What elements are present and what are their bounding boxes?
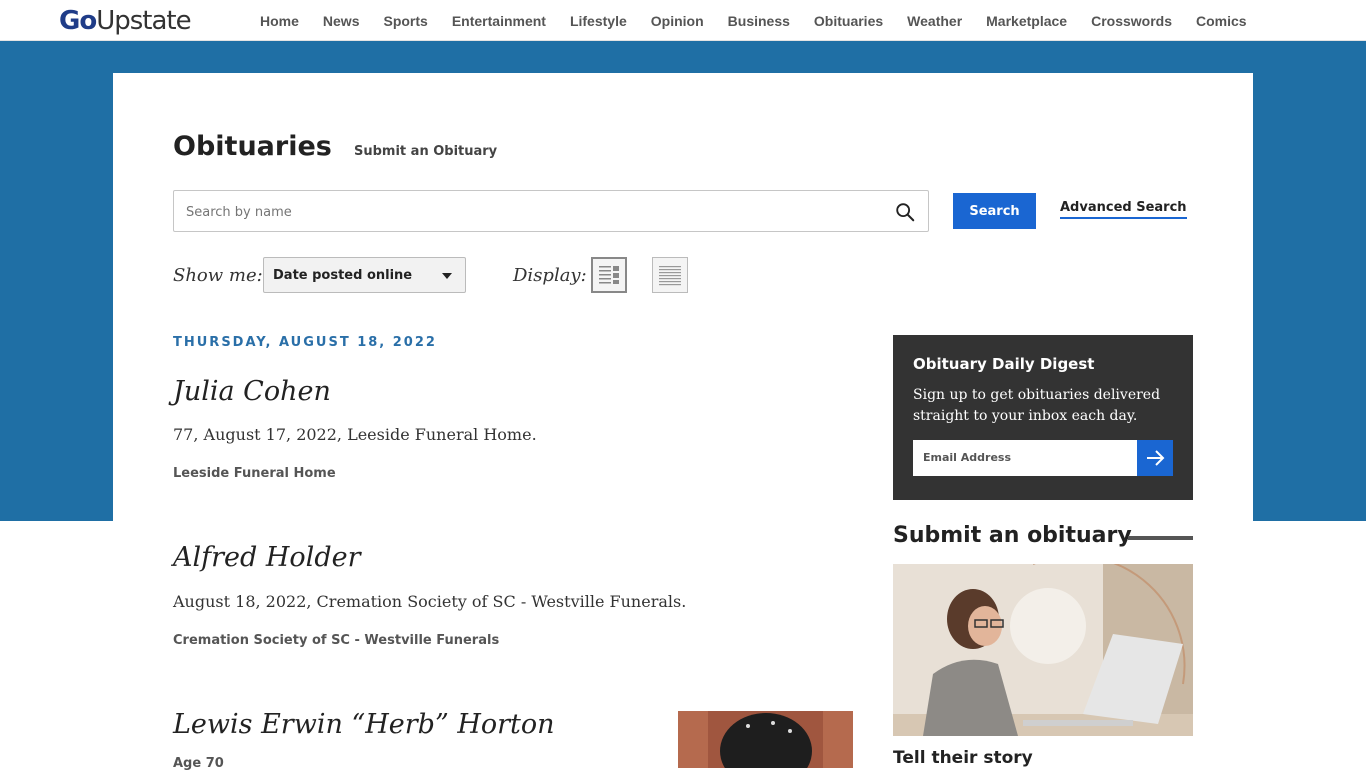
obituary-age: Age 70 xyxy=(173,756,224,771)
compact-list-icon xyxy=(659,266,681,286)
nav-sports[interactable]: Sports xyxy=(371,13,439,29)
sort-select[interactable]: Date posted online xyxy=(263,257,466,293)
nav-weather[interactable]: Weather xyxy=(895,13,974,29)
logo-go: Go xyxy=(59,6,97,36)
submit-obituary-title: Submit an obituary xyxy=(893,523,1132,548)
caret-down-icon xyxy=(442,273,452,279)
obituary-name-link[interactable]: Alfred Holder xyxy=(173,542,360,573)
view-compact-button[interactable] xyxy=(652,257,688,293)
search-box xyxy=(173,190,929,232)
listing-date-heading: THURSDAY, AUGUST 18, 2022 xyxy=(173,335,437,350)
nav-marketplace[interactable]: Marketplace xyxy=(974,13,1079,29)
obituary-name-link[interactable]: Julia Cohen xyxy=(173,376,331,407)
main-nav: Home News Sports Entertainment Lifestyle… xyxy=(248,0,1259,41)
search-icon[interactable] xyxy=(894,201,916,223)
nav-entertainment[interactable]: Entertainment xyxy=(440,13,558,29)
nav-obituaries[interactable]: Obituaries xyxy=(802,13,895,29)
page-title: Obituaries xyxy=(173,131,332,162)
logo-upstate: Upstate xyxy=(96,6,191,36)
show-me-label: Show me: xyxy=(173,265,263,286)
advanced-search-link[interactable]: Advanced Search xyxy=(1060,200,1187,219)
nav-lifestyle[interactable]: Lifestyle xyxy=(558,13,639,29)
email-field[interactable]: Email Address xyxy=(913,440,1137,476)
submit-obituary-link[interactable]: Submit an Obituary xyxy=(354,144,497,159)
nav-crosswords[interactable]: Crosswords xyxy=(1079,13,1184,29)
obituary-summary: August 18, 2022, Cremation Society of SC… xyxy=(173,592,687,611)
display-label: Display: xyxy=(513,265,587,286)
arrow-right-icon xyxy=(1147,450,1165,466)
submit-obituary-image[interactable] xyxy=(893,564,1193,736)
tell-their-story-link[interactable]: Tell their story xyxy=(893,748,1033,768)
portrait-photo-icon xyxy=(678,711,853,768)
nav-home[interactable]: Home xyxy=(248,13,311,29)
funeral-home-link[interactable]: Cremation Society of SC - Westville Fune… xyxy=(173,633,499,648)
nav-comics[interactable]: Comics xyxy=(1184,13,1259,29)
heading-rule xyxy=(1128,536,1193,540)
obituary-name-link[interactable]: Lewis Erwin “Herb” Horton xyxy=(173,709,555,740)
obituary-photo[interactable] xyxy=(678,711,853,768)
sort-select-value: Date posted online xyxy=(273,268,413,283)
digest-description: Sign up to get obituaries delivered stra… xyxy=(913,387,1161,424)
search-input[interactable] xyxy=(186,202,866,222)
obituaries-card: Obituaries Submit an Obituary Search Adv… xyxy=(113,73,1253,771)
top-navigation: Go Upstate Home News Sports Entertainment… xyxy=(0,0,1366,41)
funeral-home-link[interactable]: Leeside Funeral Home xyxy=(173,466,336,481)
obituary-digest-signup: Obituary Daily Digest Sign up to get obi… xyxy=(893,335,1193,500)
site-logo[interactable]: Go Upstate xyxy=(59,5,192,37)
email-submit-button[interactable] xyxy=(1137,440,1173,476)
nav-news[interactable]: News xyxy=(311,13,372,29)
detailed-list-icon xyxy=(599,266,619,284)
obituary-summary: 77, August 17, 2022, Leeside Funeral Hom… xyxy=(173,425,537,444)
search-button[interactable]: Search xyxy=(953,193,1036,229)
email-placeholder: Email Address xyxy=(923,451,1012,464)
nav-business[interactable]: Business xyxy=(716,13,802,29)
woman-laptop-photo-icon xyxy=(893,564,1193,736)
submit-obituary-heading: Submit an obituary xyxy=(893,523,1193,553)
nav-opinion[interactable]: Opinion xyxy=(639,13,716,29)
digest-title: Obituary Daily Digest xyxy=(913,355,1095,373)
view-detailed-button[interactable] xyxy=(591,257,627,293)
